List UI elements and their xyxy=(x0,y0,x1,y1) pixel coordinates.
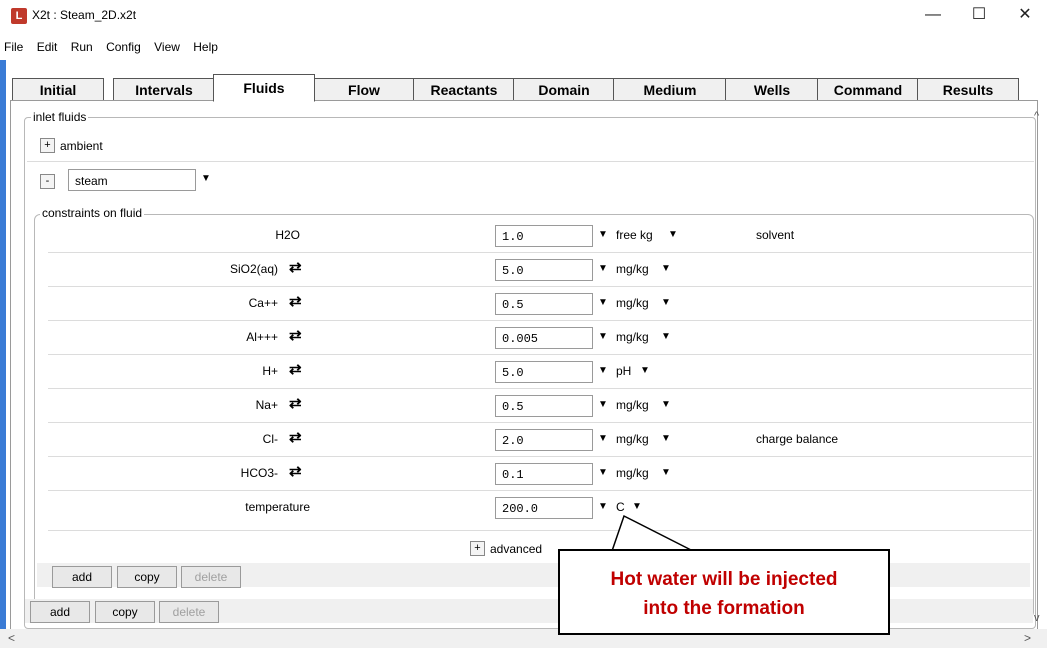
dropdown-arrow-icon[interactable]: ▼ xyxy=(598,467,608,478)
window-title: X2t : Steam_2D.x2t xyxy=(32,8,137,22)
value-field[interactable]: 5.0 xyxy=(495,259,593,281)
unit-label[interactable]: mg/kg xyxy=(616,466,649,480)
menu-config[interactable]: Config xyxy=(106,40,141,54)
unit-dropdown-arrow-icon[interactable]: ▼ xyxy=(661,331,671,342)
unit-label[interactable]: pH xyxy=(616,364,631,378)
tab-flow[interactable]: Flow xyxy=(313,78,415,102)
tab-medium[interactable]: Medium xyxy=(613,78,727,102)
unit-label[interactable]: mg/kg xyxy=(616,432,649,446)
maximize-button[interactable]: ☐ xyxy=(956,0,1002,30)
dropdown-arrow-icon[interactable]: ▼ xyxy=(598,365,608,376)
swap-arrows-icon[interactable]: ⇄ xyxy=(289,428,302,446)
unit-dropdown-arrow-icon[interactable]: ▼ xyxy=(661,399,671,410)
callout-line-2: into the formation xyxy=(643,598,805,619)
species-label: Na+ xyxy=(255,398,278,412)
dropdown-arrow-icon[interactable]: ▼ xyxy=(598,263,608,274)
steam-name-field[interactable]: steam xyxy=(68,169,196,191)
unit-label[interactable]: free kg xyxy=(616,228,653,242)
callout-box: Hot water will be injected into the form… xyxy=(558,549,890,635)
close-button[interactable]: ✕ xyxy=(1002,0,1047,30)
constraint-note: charge balance xyxy=(756,432,839,446)
tab-wells[interactable]: Wells xyxy=(725,78,819,102)
dropdown-arrow-icon[interactable]: ▼ xyxy=(598,229,608,240)
tab-initial[interactable]: Initial xyxy=(12,78,104,102)
callout-line-1: Hot water will be injected xyxy=(610,569,838,590)
swap-arrows-icon[interactable]: ⇄ xyxy=(289,394,302,412)
unit-label[interactable]: mg/kg xyxy=(616,262,649,276)
minimize-button[interactable]: — xyxy=(910,0,956,30)
copy-fluid-button[interactable]: copy xyxy=(95,601,155,623)
constraint-note: solvent xyxy=(756,228,795,242)
scroll-up-icon[interactable]: ^ xyxy=(1034,110,1039,122)
advanced-label: advanced xyxy=(490,542,543,556)
menu-edit[interactable]: Edit xyxy=(37,40,58,54)
divider xyxy=(27,161,1034,162)
unit-dropdown-arrow-icon[interactable]: ▼ xyxy=(668,229,678,240)
tab-command[interactable]: Command xyxy=(817,78,919,102)
unit-dropdown-arrow-icon[interactable]: ▼ xyxy=(661,263,671,274)
tab-domain[interactable]: Domain xyxy=(513,78,615,102)
menu-run[interactable]: Run xyxy=(71,40,93,54)
dropdown-arrow-icon[interactable]: ▼ xyxy=(598,331,608,342)
advanced-expand-button[interactable]: + xyxy=(470,541,485,556)
title-bar: L X2t : Steam_2D.x2t — ☐ ✕ xyxy=(0,0,1047,30)
dropdown-arrow-icon[interactable]: ▼ xyxy=(598,399,608,410)
swap-arrows-icon[interactable]: ⇄ xyxy=(289,292,302,310)
tab-intervals[interactable]: Intervals xyxy=(113,78,215,102)
value-field[interactable]: 0.5 xyxy=(495,395,593,417)
unit-dropdown-arrow-icon[interactable]: ▼ xyxy=(661,433,671,444)
species-label: Al+++ xyxy=(246,330,278,344)
value-field[interactable]: 5.0 xyxy=(495,361,593,383)
delete-fluid-button[interactable]: delete xyxy=(159,601,219,623)
temperature-field[interactable]: 200.0 xyxy=(495,497,593,519)
value-field[interactable]: 0.5 xyxy=(495,293,593,315)
menu-file[interactable]: File xyxy=(4,40,23,54)
species-label: HCO3- xyxy=(240,466,278,480)
delete-constraint-button[interactable]: delete xyxy=(181,566,241,588)
add-constraint-button[interactable]: add xyxy=(52,566,112,588)
value-field[interactable]: 0.1 xyxy=(495,463,593,485)
menu-help[interactable]: Help xyxy=(193,40,218,54)
add-fluid-button[interactable]: add xyxy=(30,601,90,623)
swap-arrows-icon[interactable]: ⇄ xyxy=(289,326,302,344)
species-label: SiO2(aq) xyxy=(229,262,278,276)
dropdown-arrow-icon[interactable]: ▼ xyxy=(598,433,608,444)
dropdown-arrow-icon[interactable]: ▼ xyxy=(598,297,608,308)
unit-dropdown-arrow-icon[interactable]: ▼ xyxy=(661,297,671,308)
copy-constraint-button[interactable]: copy xyxy=(117,566,177,588)
unit-dropdown-arrow-icon[interactable]: ▼ xyxy=(640,365,650,376)
swap-arrows-icon[interactable]: ⇄ xyxy=(289,462,302,480)
unit-label[interactable]: mg/kg xyxy=(616,296,649,310)
dropdown-arrow-icon[interactable]: ▼ xyxy=(201,173,211,184)
scroll-right-icon[interactable]: > xyxy=(1024,631,1031,645)
species-label: H2O xyxy=(275,228,300,242)
tab-fluids[interactable]: Fluids xyxy=(213,74,315,102)
tab-results[interactable]: Results xyxy=(917,78,1019,102)
unit-label[interactable]: mg/kg xyxy=(616,330,649,344)
scroll-down-icon[interactable]: v xyxy=(1034,612,1040,624)
steam-collapse-button[interactable]: - xyxy=(40,174,55,189)
value-field[interactable]: 1.0 xyxy=(495,225,593,247)
species-label: Cl- xyxy=(262,432,278,446)
app-icon: L xyxy=(11,8,27,24)
menu-bar: File Edit Run Config View Help xyxy=(0,40,218,60)
swap-arrows-icon[interactable]: ⇄ xyxy=(289,258,302,276)
value-field[interactable]: 2.0 xyxy=(495,429,593,451)
left-edge-bar xyxy=(0,60,6,648)
temperature-label: temperature xyxy=(245,500,310,514)
value-field[interactable]: 0.005 xyxy=(495,327,593,349)
scroll-left-icon[interactable]: < xyxy=(8,631,15,645)
unit-label[interactable]: mg/kg xyxy=(616,398,649,412)
ambient-label: ambient xyxy=(60,139,103,153)
unit-dropdown-arrow-icon[interactable]: ▼ xyxy=(661,467,671,478)
inlet-fluids-legend: inlet fluids xyxy=(31,110,89,124)
swap-arrows-icon[interactable]: ⇄ xyxy=(289,360,302,378)
ambient-expand-button[interactable]: + xyxy=(40,138,55,153)
menu-view[interactable]: View xyxy=(154,40,180,54)
species-label: H+ xyxy=(262,364,278,378)
species-label: Ca++ xyxy=(248,296,278,310)
tab-reactants[interactable]: Reactants xyxy=(413,78,515,102)
